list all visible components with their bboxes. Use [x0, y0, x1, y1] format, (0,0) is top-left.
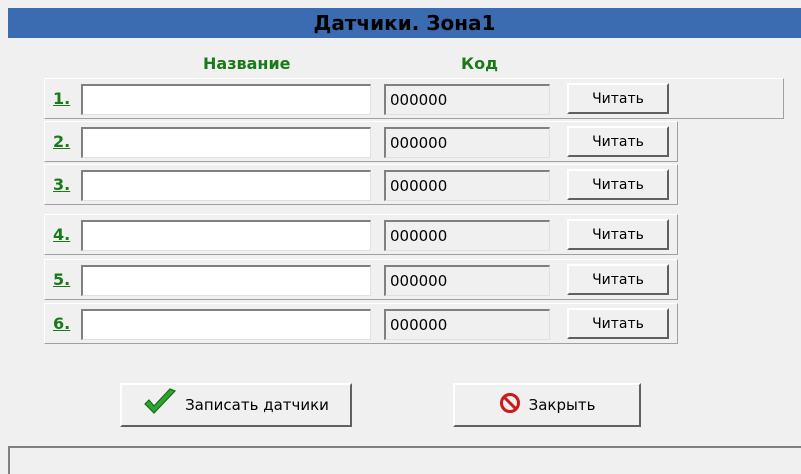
- sensor-name-input[interactable]: [81, 127, 371, 158]
- sensor-code-field: 000000: [384, 127, 550, 158]
- read-button[interactable]: Читать: [567, 219, 669, 250]
- sensor-name-input[interactable]: [81, 309, 371, 340]
- status-bar: [8, 446, 801, 474]
- row-number: 1.: [53, 89, 71, 108]
- sensor-code-field: 000000: [384, 84, 550, 115]
- read-button[interactable]: Читать: [567, 126, 669, 157]
- column-header-name: Название: [203, 54, 291, 73]
- sensor-row-2: 2. 000000 Читать: [44, 121, 678, 162]
- close-label: Закрыть: [528, 396, 596, 414]
- sensor-row-4: 4. 000000 Читать: [44, 214, 678, 255]
- read-button[interactable]: Читать: [567, 264, 669, 295]
- window-title: Датчики. Зона1: [8, 8, 801, 38]
- row-number: 6.: [53, 314, 71, 333]
- sensor-code-field: 000000: [384, 309, 550, 340]
- write-sensors-label: Записать датчики: [185, 396, 329, 414]
- read-button[interactable]: Читать: [567, 308, 669, 339]
- row-number: 2.: [53, 132, 71, 151]
- read-button[interactable]: Читать: [567, 83, 669, 114]
- row-number: 4.: [53, 225, 71, 244]
- write-sensors-button[interactable]: Записать датчики: [120, 383, 352, 427]
- column-header-code: Код: [461, 54, 498, 73]
- sensor-code-field: 000000: [384, 170, 550, 201]
- close-button[interactable]: Закрыть: [453, 383, 641, 427]
- checkmark-icon: [143, 388, 177, 422]
- sensor-name-input[interactable]: [81, 220, 371, 251]
- row-number: 5.: [53, 270, 71, 289]
- sensor-name-input[interactable]: [81, 170, 371, 201]
- read-button[interactable]: Читать: [567, 169, 669, 200]
- sensor-row-5: 5. 000000 Читать: [44, 259, 678, 300]
- sensor-row-1: 1. 000000 Читать: [44, 78, 784, 119]
- sensor-row-6: 6. 000000 Читать: [44, 303, 678, 344]
- sensor-code-field: 000000: [384, 265, 550, 296]
- sensor-code-field: 000000: [384, 220, 550, 251]
- row-number: 3.: [53, 175, 71, 194]
- prohibited-icon: [499, 392, 521, 418]
- sensor-name-input[interactable]: [81, 84, 371, 115]
- sensors-window: Датчики. Зона1 Название Код 1. 000000 Чи…: [0, 0, 801, 474]
- sensor-row-3: 3. 000000 Читать: [44, 164, 678, 205]
- sensor-name-input[interactable]: [81, 265, 371, 296]
